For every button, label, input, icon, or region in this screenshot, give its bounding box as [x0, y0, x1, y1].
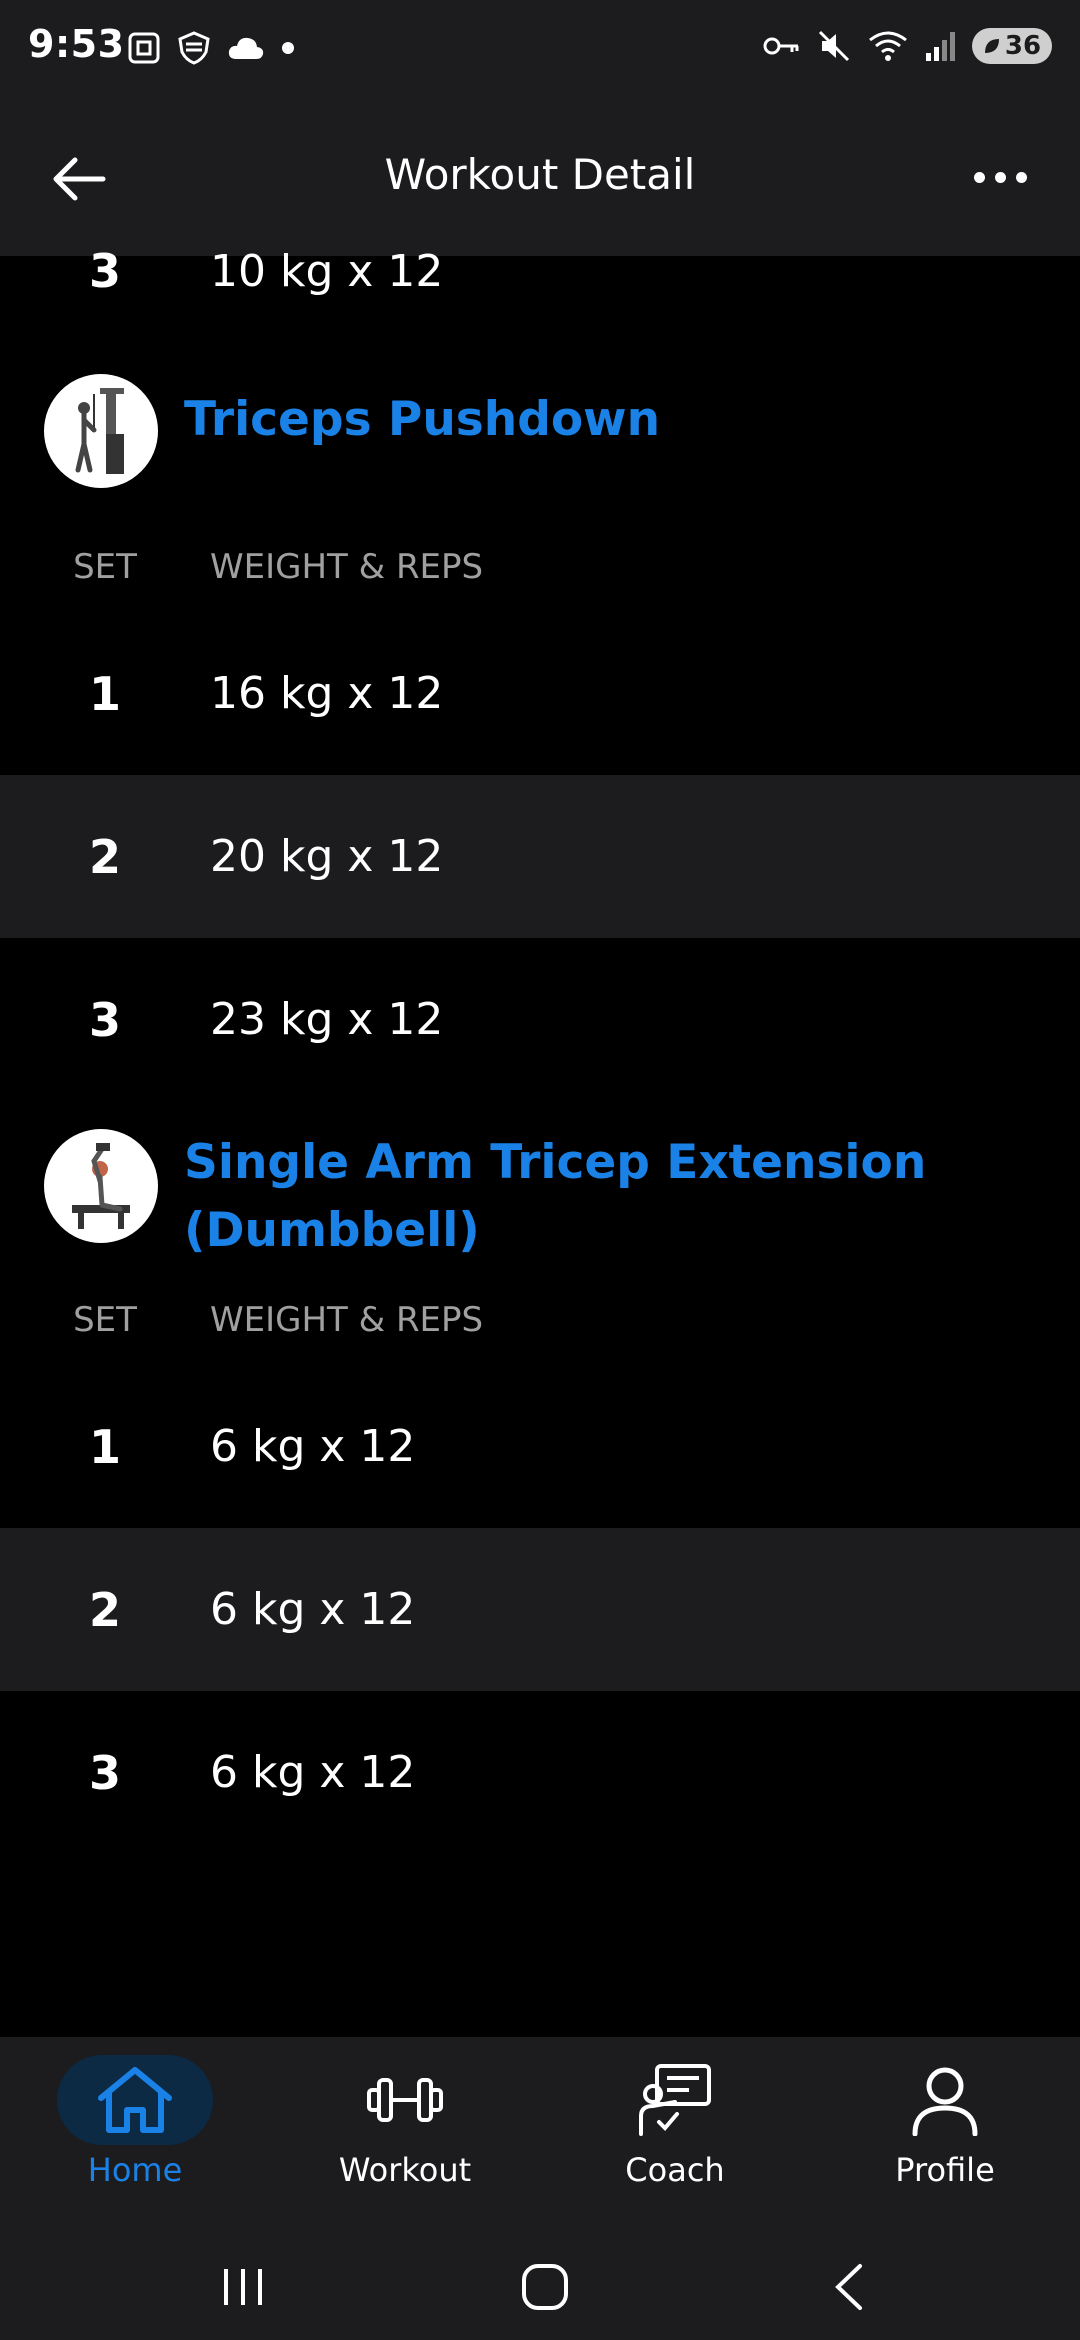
exercise-thumbnail	[44, 374, 158, 488]
system-navigation-bar	[0, 2237, 1080, 2340]
status-bar: 9:53 36	[0, 0, 1080, 100]
nav-home-icon-wrap	[57, 2055, 213, 2145]
recent-apps-icon	[224, 2269, 262, 2305]
battery-indicator: 36	[972, 28, 1052, 64]
column-header: SET WEIGHT & REPS	[0, 522, 1080, 612]
signal-icon	[926, 32, 955, 61]
exercise-header[interactable]: Triceps Pushdown	[0, 326, 1080, 522]
nav-coach-icon-wrap	[597, 2055, 753, 2145]
dumbbell-extension-icon	[72, 1143, 130, 1229]
set-weight-reps: 10 kg x 12	[210, 245, 444, 297]
set-number: 3	[88, 1745, 121, 1800]
home-system-button[interactable]	[485, 2247, 605, 2327]
shield-icon	[178, 31, 210, 65]
set-weight-reps: 6 kg x 12	[210, 1584, 416, 1635]
exercise-title-line2: (Dumbbell)	[184, 1203, 480, 1258]
weight-reps-column-label: WEIGHT & REPS	[210, 547, 484, 587]
dumbbell-icon	[367, 2078, 443, 2122]
wifi-icon	[869, 31, 907, 61]
coach-board-icon	[639, 2064, 711, 2136]
set-weight-reps: 16 kg x 12	[210, 668, 444, 719]
weight-reps-column-label: WEIGHT & REPS	[210, 1300, 484, 1340]
battery-level: 36	[1004, 31, 1042, 61]
recent-apps-button[interactable]	[183, 2247, 303, 2327]
column-header: SET WEIGHT & REPS	[0, 1275, 1080, 1365]
home-circle-icon	[522, 2264, 568, 2310]
nav-home[interactable]: Home	[0, 2055, 270, 2215]
set-weight-reps: 6 kg x 12	[210, 1747, 416, 1798]
nav-coach[interactable]: Coach	[540, 2055, 810, 2215]
screenshot-icon	[128, 32, 160, 64]
exercise-title-line1: Single Arm Tricep Extension	[184, 1135, 927, 1190]
set-row: 3 6 kg x 12	[0, 1691, 1080, 1854]
page-title: Workout Detail	[384, 150, 696, 199]
set-number: 3	[88, 244, 121, 298]
set-number: 1	[88, 1419, 121, 1474]
set-weight-reps: 23 kg x 12	[210, 994, 444, 1045]
nav-workout[interactable]: Workout	[270, 2055, 540, 2215]
status-time: 9:53	[28, 22, 125, 66]
exercise-title[interactable]: Triceps Pushdown	[184, 386, 660, 454]
more-dot-icon	[1015, 171, 1027, 183]
set-number: 2	[88, 1582, 121, 1637]
workout-content[interactable]: 3 10 kg x 12 Triceps Pushdown SET WEIGHT…	[0, 244, 1080, 1854]
nav-profile-label: Profile	[895, 2151, 995, 2189]
exercise-header[interactable]: Single Arm Tricep Extension (Dumbbell)	[0, 1101, 1080, 1275]
set-number: 2	[88, 829, 121, 884]
set-row: 2 20 kg x 12	[0, 775, 1080, 938]
exercise-title[interactable]: Single Arm Tricep Extension (Dumbbell)	[184, 1129, 926, 1265]
nav-home-label: Home	[87, 2151, 183, 2189]
notification-dot-icon	[282, 42, 294, 54]
cloud-icon	[228, 37, 264, 59]
set-row: 1 16 kg x 12	[0, 612, 1080, 775]
app-bar: Workout Detail	[0, 100, 1080, 256]
more-dot-icon	[994, 171, 1006, 183]
chevron-left-icon	[835, 2264, 862, 2310]
set-column-label: SET	[73, 1300, 137, 1340]
key-icon	[763, 37, 799, 55]
set-row: 3 23 kg x 12	[0, 938, 1080, 1101]
exercise-thumbnail	[44, 1129, 158, 1243]
user-icon	[912, 2067, 978, 2136]
back-system-button[interactable]	[788, 2247, 908, 2327]
mute-icon	[818, 30, 850, 62]
set-row: 1 6 kg x 12	[0, 1365, 1080, 1528]
set-number: 3	[88, 992, 121, 1047]
set-row: 2 6 kg x 12	[0, 1528, 1080, 1691]
status-right-icons: 36	[762, 28, 1052, 64]
set-weight-reps: 6 kg x 12	[210, 1421, 416, 1472]
nav-workout-icon-wrap	[327, 2055, 483, 2145]
more-options-button[interactable]	[960, 152, 1040, 202]
bottom-navigation: Home Workout Coach Profile	[0, 2037, 1080, 2237]
nav-profile[interactable]: Profile	[810, 2055, 1080, 2215]
more-dot-icon	[973, 171, 985, 183]
cable-machine-icon	[75, 388, 124, 474]
nav-coach-label: Coach	[625, 2151, 725, 2189]
home-icon	[98, 2067, 172, 2133]
nav-workout-label: Workout	[338, 2151, 472, 2189]
set-row: 3 10 kg x 12	[0, 244, 1080, 326]
nav-profile-icon-wrap	[867, 2055, 1023, 2145]
set-weight-reps: 20 kg x 12	[210, 831, 444, 882]
set-column-label: SET	[73, 547, 137, 587]
set-number: 1	[88, 666, 121, 721]
leaf-icon	[984, 39, 999, 53]
status-left-icons	[126, 30, 296, 66]
